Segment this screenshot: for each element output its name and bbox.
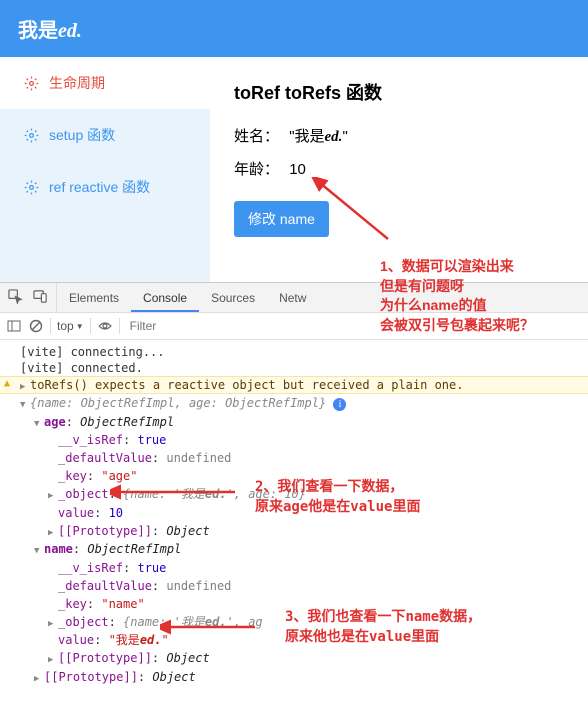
expand-icon[interactable] xyxy=(48,654,58,668)
collapse-icon[interactable] xyxy=(34,418,44,432)
name-label: 姓名： xyxy=(234,125,279,146)
collapse-icon[interactable] xyxy=(34,545,44,559)
expand-icon[interactable] xyxy=(48,490,58,504)
age-value: 10 xyxy=(289,161,306,178)
main-area: 生命周期 setup 函数 ref reactive 函数 toRef toRe… xyxy=(0,57,588,282)
app-header: 我是ed. xyxy=(0,0,588,57)
sidebar-item-setup[interactable]: setup 函数 xyxy=(0,109,210,161)
sidebar-item-label: setup 函数 xyxy=(49,125,115,145)
clear-console-icon[interactable] xyxy=(28,318,44,334)
sidebar: 生命周期 setup 函数 ref reactive 函数 xyxy=(0,57,210,282)
age-row: 年龄： 10 xyxy=(234,158,564,179)
devtools-tabbar: Elements Console Sources Netw xyxy=(0,282,588,312)
expand-icon[interactable] xyxy=(48,618,58,632)
gear-icon xyxy=(24,180,39,195)
sidebar-toggle-icon[interactable] xyxy=(6,318,22,334)
sidebar-item-label: ref reactive 函数 xyxy=(49,177,150,197)
age-label: 年龄： xyxy=(234,158,279,179)
collapse-icon[interactable] xyxy=(20,399,30,413)
tab-console[interactable]: Console xyxy=(131,283,199,312)
tab-sources[interactable]: Sources xyxy=(199,283,267,312)
page-title: toRef toRefs 函数 xyxy=(234,79,564,105)
content-panel: toRef toRefs 函数 姓名： "我是ed." 年龄： 10 修改 na… xyxy=(210,57,588,282)
header-title-prefix: 我是 xyxy=(18,20,58,42)
filter-input[interactable] xyxy=(126,317,582,335)
sidebar-item-ref-reactive[interactable]: ref reactive 函数 xyxy=(0,161,210,213)
header-title-ed: ed. xyxy=(58,20,82,42)
sidebar-item-lifecycle[interactable]: 生命周期 xyxy=(0,57,210,109)
modify-name-button[interactable]: 修改 name xyxy=(234,201,329,237)
console-toolbar: top ▼ xyxy=(0,312,588,340)
console-warning: toRefs() expects a reactive object but r… xyxy=(0,376,588,394)
expand-icon[interactable] xyxy=(20,382,30,392)
info-icon[interactable]: i xyxy=(333,398,346,411)
expand-icon[interactable] xyxy=(34,673,44,687)
name-value: "我是ed." xyxy=(289,128,348,145)
tab-network[interactable]: Netw xyxy=(267,283,318,312)
device-icon[interactable] xyxy=(33,289,48,307)
sidebar-item-label: 生命周期 xyxy=(49,73,105,93)
name-row: 姓名： "我是ed." xyxy=(234,125,564,146)
expand-icon[interactable] xyxy=(48,527,58,541)
gear-icon xyxy=(24,128,39,143)
context-selector[interactable]: top ▼ xyxy=(57,319,84,333)
gear-icon xyxy=(24,76,39,91)
eye-icon[interactable] xyxy=(97,318,113,334)
console-log: [vite] connected. xyxy=(0,360,588,376)
console-log: [vite] connecting... xyxy=(0,344,588,360)
inspect-icon[interactable] xyxy=(8,289,23,307)
console-object-tree: {name: ObjectRefImpl, age: ObjectRefImpl… xyxy=(0,394,588,686)
tab-elements[interactable]: Elements xyxy=(57,283,131,312)
console-body: [vite] connecting... [vite] connected. t… xyxy=(0,340,588,694)
